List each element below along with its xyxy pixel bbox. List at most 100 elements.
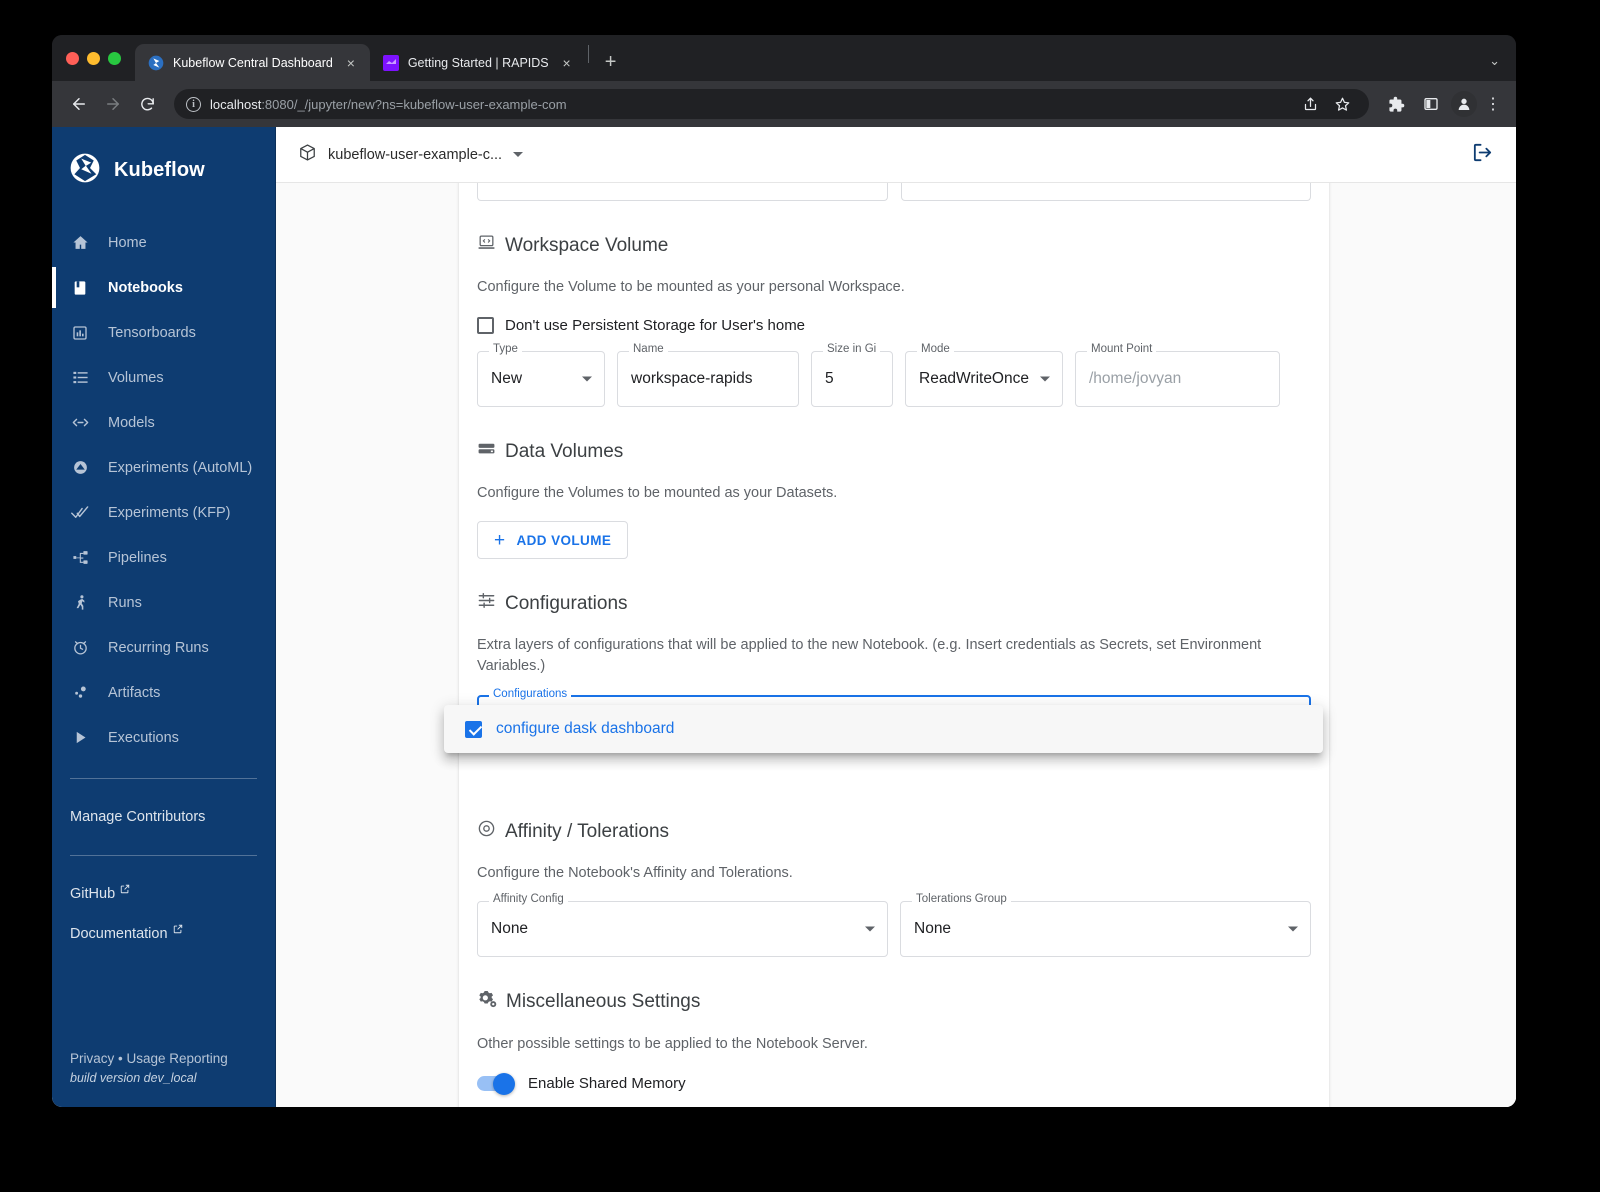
new-tab-button[interactable]: +: [597, 48, 625, 76]
sidebar-item-notebooks[interactable]: Notebooks: [52, 265, 275, 310]
omnibox-actions: [1295, 89, 1357, 119]
add-volume-button[interactable]: + ADD VOLUME: [477, 521, 629, 560]
brand[interactable]: Kubeflow: [52, 127, 275, 214]
no-persistent-storage-checkbox[interactable]: [477, 317, 494, 335]
sliders-icon: [477, 591, 496, 616]
section-description: Other possible settings to be applied to…: [477, 1036, 868, 1053]
sidebar-item-label: Volumes: [108, 369, 164, 386]
browser-toolbar: i localhost:8080/_/jupyter/new?ns=kubefl…: [52, 81, 1516, 127]
site-info-icon[interactable]: i: [186, 96, 201, 112]
sidebar-link-documentation[interactable]: Documentation: [52, 914, 275, 954]
sidebar-item-experiments-automl[interactable]: Experiments (AutoML): [52, 445, 275, 490]
external-link-icon: [120, 884, 130, 897]
workspace-size-input[interactable]: Size in Gi 5: [811, 344, 893, 408]
section-title-text: Configurations: [505, 592, 628, 614]
gpu-vendor-field[interactable]: NVIDIA: [900, 183, 1311, 201]
browser-tab-rapids[interactable]: Getting Started | RAPIDS ×: [370, 44, 586, 81]
sidebar-item-label: Home: [108, 234, 147, 251]
runner-icon: [70, 594, 90, 611]
minimize-window-button[interactable]: [87, 51, 100, 65]
tab-title: Kubeflow Central Dashboard: [173, 55, 333, 70]
beaker-icon: [70, 459, 90, 476]
sidebar-item-recurring-runs[interactable]: Recurring Runs: [52, 625, 275, 670]
reload-button[interactable]: [132, 89, 162, 119]
workspace-mount-point-input[interactable]: Mount Point /home/jovyan: [1075, 344, 1280, 408]
section-title: Configurations: [477, 591, 1311, 616]
sidebar-item-experiments-kfp[interactable]: Experiments (KFP): [52, 490, 275, 535]
chrome-menu-icon[interactable]: ⋮: [1482, 94, 1504, 114]
workspace-type-select[interactable]: Type New: [477, 344, 605, 408]
sidebar-item-models[interactable]: Models: [52, 400, 275, 445]
sidebar-item-home[interactable]: Home: [52, 220, 275, 265]
browser-tab-kubeflow[interactable]: Kubeflow Central Dashboard ×: [135, 44, 370, 81]
forward-button[interactable]: [98, 89, 128, 119]
address-bar[interactable]: i localhost:8080/_/jupyter/new?ns=kubefl…: [174, 89, 1369, 119]
sidebar-item-tensorboards[interactable]: Tensorboards: [52, 310, 275, 355]
sidebar-item-artifacts[interactable]: Artifacts: [52, 670, 275, 715]
tolerations-group-select[interactable]: Tolerations Group None: [900, 894, 1311, 958]
section-description: Configure the Notebook's Affinity and To…: [477, 865, 793, 882]
pipeline-icon: [70, 549, 90, 566]
namespace-label: kubeflow-user-example-c...: [328, 146, 503, 163]
double-check-icon: [70, 503, 90, 522]
enable-shared-memory-toggle[interactable]: [477, 1072, 515, 1095]
cube-icon: [298, 143, 317, 167]
list-icon: [70, 369, 90, 386]
share-icon[interactable]: [1295, 89, 1325, 119]
no-persistent-storage-row[interactable]: Don't use Persistent Storage for User's …: [477, 317, 1311, 335]
field-value: workspace-rapids: [631, 370, 753, 388]
field-label: Mount Point: [1087, 344, 1157, 356]
logout-icon[interactable]: [1471, 141, 1494, 169]
home-icon: [70, 234, 90, 251]
back-button[interactable]: [64, 89, 94, 119]
chevron-down-icon[interactable]: ⌄: [1489, 53, 1500, 69]
sidebar-footer-links[interactable]: Privacy • Usage Reporting: [70, 1051, 257, 1066]
url-path: :8080/_/jupyter/new?ns=kubeflow-user-exa…: [261, 96, 567, 112]
chevron-down-icon: [513, 152, 524, 157]
section-title-text: Workspace Volume: [505, 234, 669, 256]
sidebar-link-label: Documentation: [70, 926, 168, 942]
notebook-form-card: 1 NVIDIA Workspace Volume: [444, 183, 1329, 1107]
sidebar-link-github[interactable]: GitHub: [52, 874, 275, 914]
sidebar-item-label: Pipelines: [108, 549, 167, 566]
sidebar-item-manage-contributors[interactable]: Manage Contributors: [52, 797, 275, 837]
affinity-config-select[interactable]: Affinity Config None: [477, 894, 888, 958]
url-host: localhost: [210, 96, 262, 112]
field-label: Type: [489, 344, 522, 356]
section-title-text: Miscellaneous Settings: [506, 991, 701, 1013]
kubeflow-app: Kubeflow Home Notebooks Tensorboards Vol…: [52, 127, 1516, 1107]
notebook-icon: [70, 280, 90, 296]
sidebar-item-label: Executions: [108, 729, 179, 746]
brand-name: Kubeflow: [114, 159, 205, 181]
side-panel-icon[interactable]: [1416, 89, 1446, 119]
sidebar-item-executions[interactable]: Executions: [52, 715, 275, 760]
enable-shared-memory-label: Enable Shared Memory: [528, 1075, 686, 1093]
gpu-count-field[interactable]: 1: [477, 183, 888, 201]
sidebar-item-pipelines[interactable]: Pipelines: [52, 535, 275, 580]
field-value: ReadWriteOnce: [919, 370, 1029, 388]
close-tab-button[interactable]: ×: [558, 54, 576, 72]
close-window-button[interactable]: [66, 51, 79, 65]
workspace-mode-select[interactable]: Mode ReadWriteOnce: [905, 344, 1063, 408]
form-scroll-area[interactable]: 1 NVIDIA Workspace Volume: [276, 183, 1516, 1107]
top-bar: kubeflow-user-example-c...: [276, 127, 1516, 183]
namespace-selector[interactable]: kubeflow-user-example-c...: [298, 143, 524, 167]
section-title-text: Affinity / Tolerations: [505, 820, 670, 842]
sidebar-item-runs[interactable]: Runs: [52, 580, 275, 625]
bookmark-star-icon[interactable]: [1327, 89, 1357, 119]
chevron-down-icon: [1288, 926, 1298, 932]
sidebar-item-volumes[interactable]: Volumes: [52, 355, 275, 400]
workspace-name-input[interactable]: Name workspace-rapids: [617, 344, 799, 408]
close-tab-button[interactable]: ×: [342, 54, 360, 72]
option-checkbox[interactable]: [465, 720, 482, 738]
maximize-window-button[interactable]: [108, 51, 121, 65]
configurations-option-dask[interactable]: configure dask dashboard: [444, 705, 1323, 753]
field-label: Affinity Config: [489, 894, 568, 906]
no-persistent-storage-label: Don't use Persistent Storage for User's …: [505, 317, 806, 335]
profile-avatar[interactable]: [1451, 91, 1477, 117]
extensions-puzzle-icon[interactable]: [1381, 89, 1411, 119]
shared-memory-row[interactable]: Enable Shared Memory: [477, 1072, 1311, 1095]
section-miscellaneous-settings: Miscellaneous Settings Other possible se…: [477, 957, 1311, 1095]
tab-strip: Kubeflow Central Dashboard × Getting Sta…: [52, 35, 1516, 81]
build-version: build version dev_local: [70, 1071, 197, 1085]
